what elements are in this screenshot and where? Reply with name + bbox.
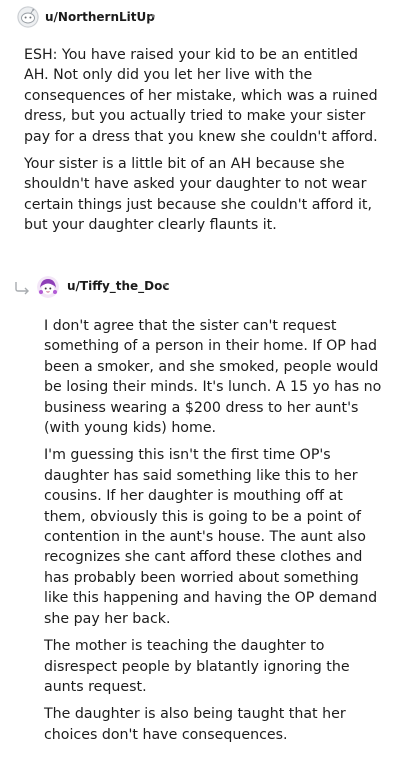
comment-header: u/NorthernLitUp • (0, 0, 400, 34)
separator-dot: • (162, 279, 169, 292)
avatar-icon[interactable] (37, 276, 59, 298)
comment-paragraph: ESH: You have raised your kid to be an e… (24, 47, 378, 145)
username-link[interactable]: u/Tiffy_the_Doc (67, 279, 170, 293)
comment-header: u/Tiffy_the_Doc • (0, 268, 400, 302)
comment-reply: u/Tiffy_the_Doc • I don't agree that the… (0, 268, 400, 743)
reply-arrow-icon (12, 280, 34, 296)
comment: u/NorthernLitUp • ESH: You have raised y… (0, 0, 400, 233)
comment-paragraph: I'm guessing this isn't the first time O… (44, 447, 378, 627)
separator-dot: • (150, 10, 157, 23)
avatar-icon[interactable] (17, 6, 39, 28)
comment-body: ESH: You have raised your kid to be an e… (24, 45, 384, 243)
comment-paragraph: The daughter is also being taught that h… (44, 706, 346, 743)
comment-paragraph: The mother is teaching the daughter to d… (44, 638, 350, 695)
comment-body: I don't agree that the sister can't requ… (44, 316, 384, 752)
username-link[interactable]: u/NorthernLitUp (45, 10, 155, 24)
comment-paragraph: Your sister is a little bit of an AH bec… (24, 156, 372, 234)
comment-paragraph: I don't agree that the sister can't requ… (44, 318, 382, 437)
